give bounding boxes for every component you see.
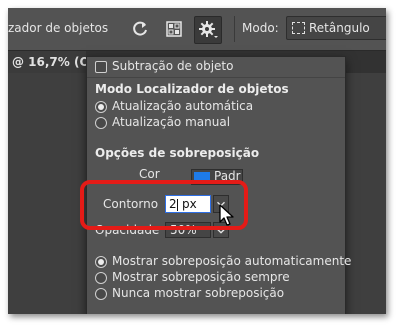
grid-icon[interactable] xyxy=(164,19,184,39)
divider xyxy=(87,77,345,78)
show-always-radio[interactable] xyxy=(95,272,107,284)
overlay-section-heading: Opções de sobreposição xyxy=(95,146,260,160)
auto-update-radio[interactable] xyxy=(95,101,107,113)
show-auto-label: Mostrar sobreposição automaticamente xyxy=(112,254,352,268)
refresh-icon[interactable] xyxy=(130,19,150,39)
options-bar: zador de objetos Modo: Retângulo xyxy=(8,8,386,51)
toolbar-separator xyxy=(234,16,235,42)
never-show-radio[interactable] xyxy=(95,288,107,300)
rectangle-marquee-icon xyxy=(292,22,305,34)
manual-update-radio[interactable] xyxy=(95,117,107,129)
manual-update-label: Atualização manual xyxy=(112,115,231,129)
color-label: Cor xyxy=(139,167,160,181)
mode-label: Modo: xyxy=(242,21,279,35)
mode-section-heading: Modo Localizador de objetos xyxy=(95,82,289,96)
mode-select[interactable]: Retângulo xyxy=(286,16,386,40)
app-window: zador de objetos Modo: Retângulo @ 16,7%… xyxy=(8,8,386,314)
subtraction-checkbox[interactable] xyxy=(95,61,107,73)
tool-title: zador de objetos xyxy=(8,21,109,35)
mode-select-value: Retângulo xyxy=(309,21,370,35)
show-always-label: Mostrar sobreposição sempre xyxy=(112,270,290,284)
cursor-icon xyxy=(219,204,234,226)
show-auto-radio[interactable] xyxy=(95,256,107,268)
never-show-label: Nunca mostrar sobreposição xyxy=(112,286,285,300)
settings-button[interactable] xyxy=(194,16,222,44)
document-tab[interactable]: @ 16,7% (OBJ xyxy=(8,51,103,73)
gear-icon xyxy=(199,21,218,38)
subtraction-label: Subtração de objeto xyxy=(112,59,234,73)
auto-update-label: Atualização automática xyxy=(112,99,254,113)
